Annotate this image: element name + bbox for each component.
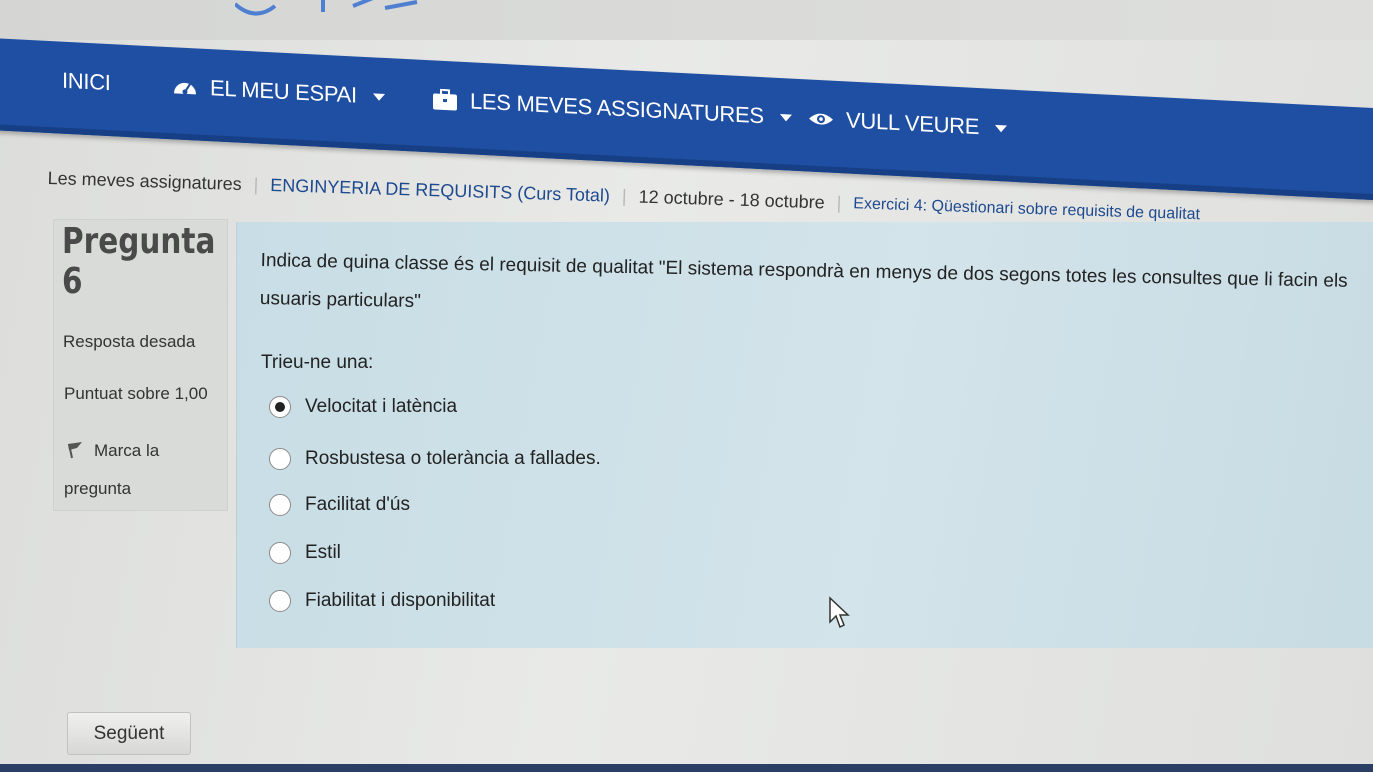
radio-icon[interactable] — [269, 494, 291, 516]
nav-home[interactable]: INICI — [62, 68, 111, 96]
next-button[interactable]: Següent — [67, 712, 191, 755]
radio-icon[interactable] — [269, 448, 291, 470]
question-content: Indica de quina classe és el requisit de… — [236, 222, 1373, 648]
flag-icon — [68, 442, 82, 459]
nav-home-label: INICI — [62, 67, 111, 96]
question-title-word: Pregunta — [62, 221, 216, 262]
breadcrumb-my-courses[interactable]: Les meves assignatures — [47, 168, 242, 195]
answer-option-label: Estil — [305, 542, 341, 563]
dashboard-icon — [174, 82, 196, 95]
answer-option[interactable]: Facilitat d'ús — [269, 494, 410, 516]
question-text: Indica de quina classe és el requisit de… — [259, 249, 1348, 313]
flag-question-button[interactable]: Marca la pregunta — [64, 432, 224, 508]
nav-my-space[interactable]: EL MEU ESPAI — [172, 73, 385, 110]
radio-icon[interactable] — [269, 590, 291, 612]
eye-icon — [809, 113, 833, 125]
flag-label-line2: pregunta — [64, 479, 132, 498]
breadcrumb-quiz[interactable]: Exercici 4: Qüestionari sobre requisits … — [853, 195, 1200, 224]
breadcrumb-separator: | — [836, 192, 842, 213]
nav-i-want-to-see[interactable]: VULL VEURE — [808, 105, 1008, 141]
radio-icon[interactable] — [269, 542, 291, 564]
answer-option-label: Velocitat i latència — [305, 396, 458, 417]
breadcrumb-separator: | — [253, 174, 259, 195]
nav-my-courses-label: LES MEVES ASSIGNATURES — [470, 88, 764, 129]
question-state: Resposta desada — [63, 332, 196, 351]
answer-option-label: Fiabilitat i disponibilitat — [305, 590, 496, 611]
answer-option-label: Facilitat d'ús — [305, 494, 411, 515]
mouse-pointer-icon — [829, 596, 850, 629]
radio-selected-icon[interactable] — [269, 396, 291, 418]
answer-option[interactable]: Estil — [269, 542, 341, 564]
site-header-strip — [0, 0, 1373, 40]
nav-my-space-label: EL MEU ESPAI — [210, 75, 357, 108]
breadcrumb-course[interactable]: ENGINYERIA DE REQUISITS (Curs Total) — [270, 175, 610, 207]
nav-my-courses[interactable]: LES MEVES ASSIGNATURES — [432, 86, 792, 130]
question-grade: Puntuat sobre 1,00 — [64, 384, 208, 403]
answer-option-label: Rosbustesa o tolerància a fallades. — [305, 448, 601, 469]
answer-option[interactable]: Velocitat i latència — [269, 396, 457, 418]
chevron-down-icon — [995, 124, 1008, 133]
breadcrumb-separator: | — [621, 186, 627, 207]
answer-option[interactable]: Rosbustesa o tolerància a fallades. — [269, 448, 601, 470]
question-info-panel: Pregunta 6 Resposta desada Puntuat sobre… — [53, 219, 228, 511]
answer-option[interactable]: Fiabilitat i disponibilitat — [269, 590, 495, 612]
breadcrumb-week[interactable]: 12 octubre - 18 octubre — [638, 187, 825, 214]
site-logo — [235, 0, 418, 16]
quiz-page: INICI EL MEU ESPAI LES MEVES ASSIGNATURE… — [0, 0, 1373, 772]
answer-prompt: Trieu-ne una: — [261, 352, 374, 373]
screen-bezel — [0, 764, 1373, 772]
chevron-down-icon — [372, 92, 385, 101]
briefcase-icon — [433, 88, 457, 111]
chevron-down-icon — [779, 113, 792, 122]
question-number: 6 — [62, 261, 83, 302]
flag-label-line1: Marca la — [94, 441, 160, 460]
nav-i-want-to-see-label: VULL VEURE — [846, 107, 980, 140]
question-number-heading: Pregunta 6 — [62, 222, 215, 302]
